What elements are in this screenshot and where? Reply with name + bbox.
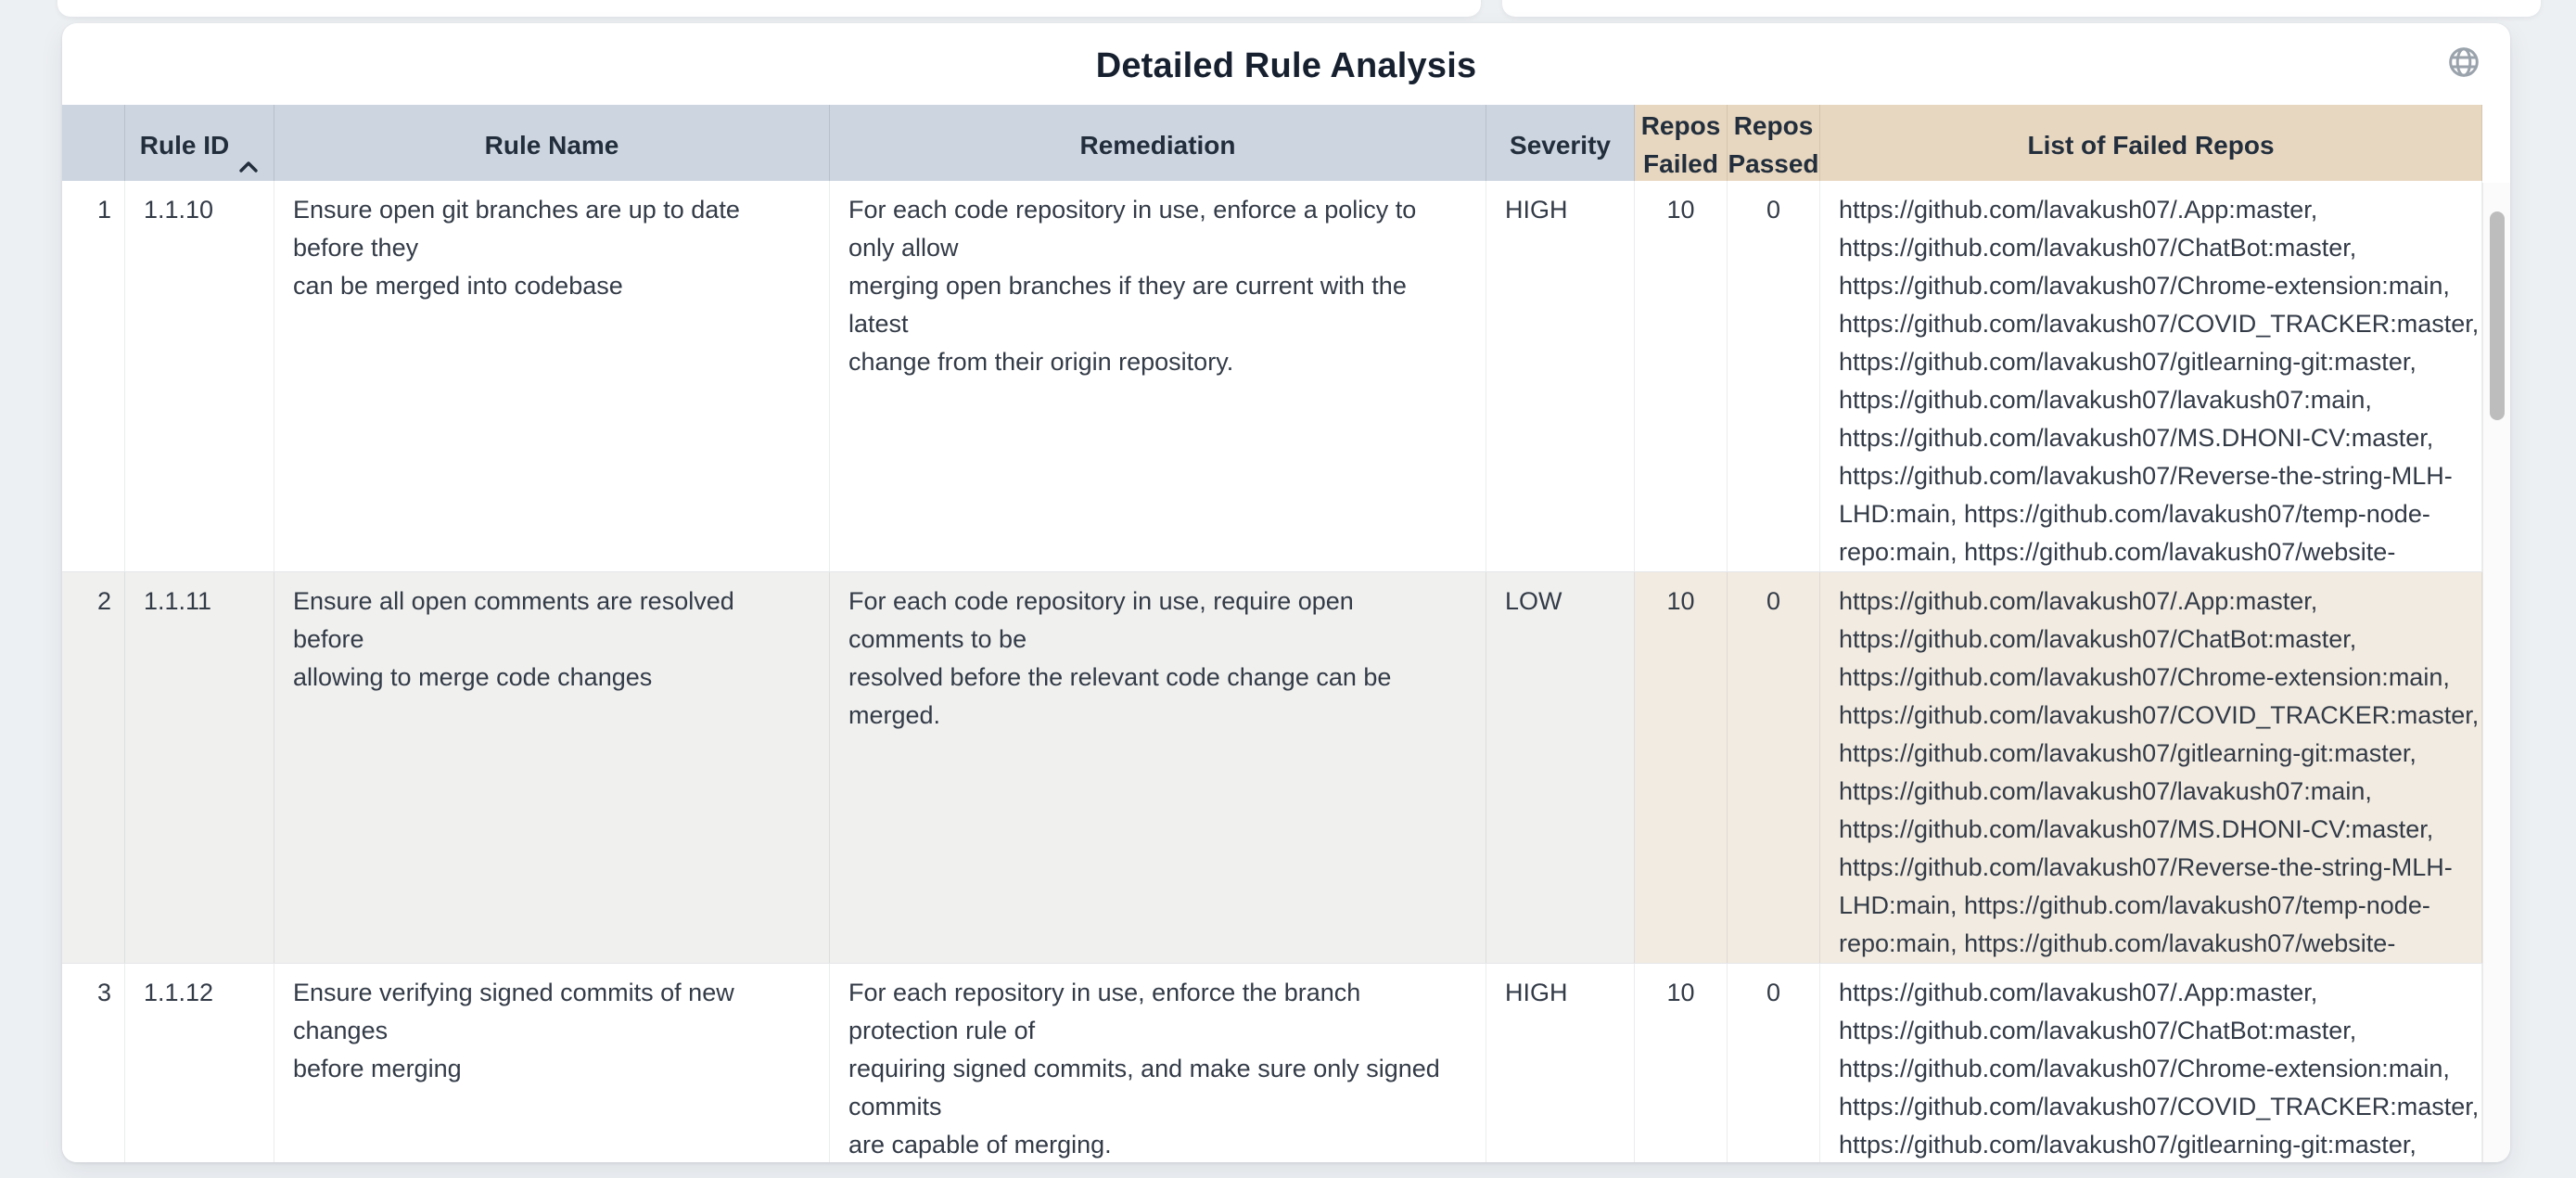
cell-repos-passed: 0 bbox=[1728, 181, 1820, 571]
table-row: 2 1.1.11 Ensure all open comments are re… bbox=[62, 571, 2482, 963]
table-body: 1 1.1.10 Ensure open git branches are up… bbox=[62, 181, 2482, 1162]
cell-repos-passed: 0 bbox=[1728, 964, 1820, 1162]
cell-repos-failed: 10 bbox=[1635, 964, 1728, 1162]
header-remediation[interactable]: Remediation bbox=[830, 105, 1486, 185]
sort-ascending-icon bbox=[238, 109, 259, 185]
page-title: Detailed Rule Analysis bbox=[62, 23, 2510, 109]
header-rule-name[interactable]: Rule Name bbox=[274, 105, 830, 185]
globe-icon[interactable] bbox=[2448, 46, 2480, 78]
cell-row-index: 2 bbox=[62, 572, 125, 963]
cell-rule-id: 1.1.12 bbox=[125, 964, 274, 1162]
cell-failed-repos-list: https://github.com/lavakush07/.App:maste… bbox=[1820, 964, 2482, 1162]
cell-severity: HIGH bbox=[1486, 181, 1635, 571]
header-list-of-failed-repos[interactable]: List of Failed Repos bbox=[1820, 105, 2482, 185]
table-vertical-scrollbar[interactable] bbox=[2482, 183, 2510, 1162]
cell-row-index: 1 bbox=[62, 181, 125, 571]
cell-rule-name: Ensure all open comments are resolved be… bbox=[274, 572, 830, 963]
partial-card-above-left bbox=[57, 0, 1481, 17]
cell-failed-repos-list: https://github.com/lavakush07/.App:maste… bbox=[1820, 572, 2482, 963]
cell-rule-name: Ensure verifying signed commits of new c… bbox=[274, 964, 830, 1162]
cell-remediation: For each repository in use, enforce the … bbox=[830, 964, 1486, 1162]
cell-rule-id: 1.1.11 bbox=[125, 572, 274, 963]
table-row: 1 1.1.10 Ensure open git branches are up… bbox=[62, 181, 2482, 571]
header-repos-failed[interactable]: Repos Failed bbox=[1635, 105, 1728, 185]
detailed-rule-analysis-card: Detailed Rule Analysis Rule ID Rule Name… bbox=[62, 23, 2510, 1162]
cell-severity: LOW bbox=[1486, 572, 1635, 963]
header-repos-passed[interactable]: Repos Passed bbox=[1728, 105, 1820, 185]
table-row: 3 1.1.12 Ensure verifying signed commits… bbox=[62, 963, 2482, 1162]
cell-repos-passed: 0 bbox=[1728, 572, 1820, 963]
cell-repos-failed: 10 bbox=[1635, 572, 1728, 963]
header-severity[interactable]: Severity bbox=[1486, 105, 1635, 185]
header-scrollbar-gutter bbox=[2482, 105, 2510, 185]
cell-repos-failed: 10 bbox=[1635, 181, 1728, 571]
partial-card-above-right bbox=[1502, 0, 2541, 17]
cell-failed-repos-list: https://github.com/lavakush07/.App:maste… bbox=[1820, 181, 2482, 571]
cell-remediation: For each code repository in use, enforce… bbox=[830, 181, 1486, 571]
header-rule-id[interactable]: Rule ID bbox=[125, 105, 274, 185]
cell-remediation: For each code repository in use, require… bbox=[830, 572, 1486, 963]
header-rule-id-label: Rule ID bbox=[140, 126, 229, 164]
scrollbar-thumb[interactable] bbox=[2490, 211, 2505, 420]
header-index bbox=[62, 105, 125, 185]
cell-severity: HIGH bbox=[1486, 964, 1635, 1162]
cell-rule-name: Ensure open git branches are up to date … bbox=[274, 181, 830, 571]
cell-row-index: 3 bbox=[62, 964, 125, 1162]
cell-rule-id: 1.1.10 bbox=[125, 181, 274, 571]
card-header: Detailed Rule Analysis bbox=[62, 23, 2510, 105]
table-header-row: Rule ID Rule Name Remediation Severity R… bbox=[62, 105, 2510, 181]
